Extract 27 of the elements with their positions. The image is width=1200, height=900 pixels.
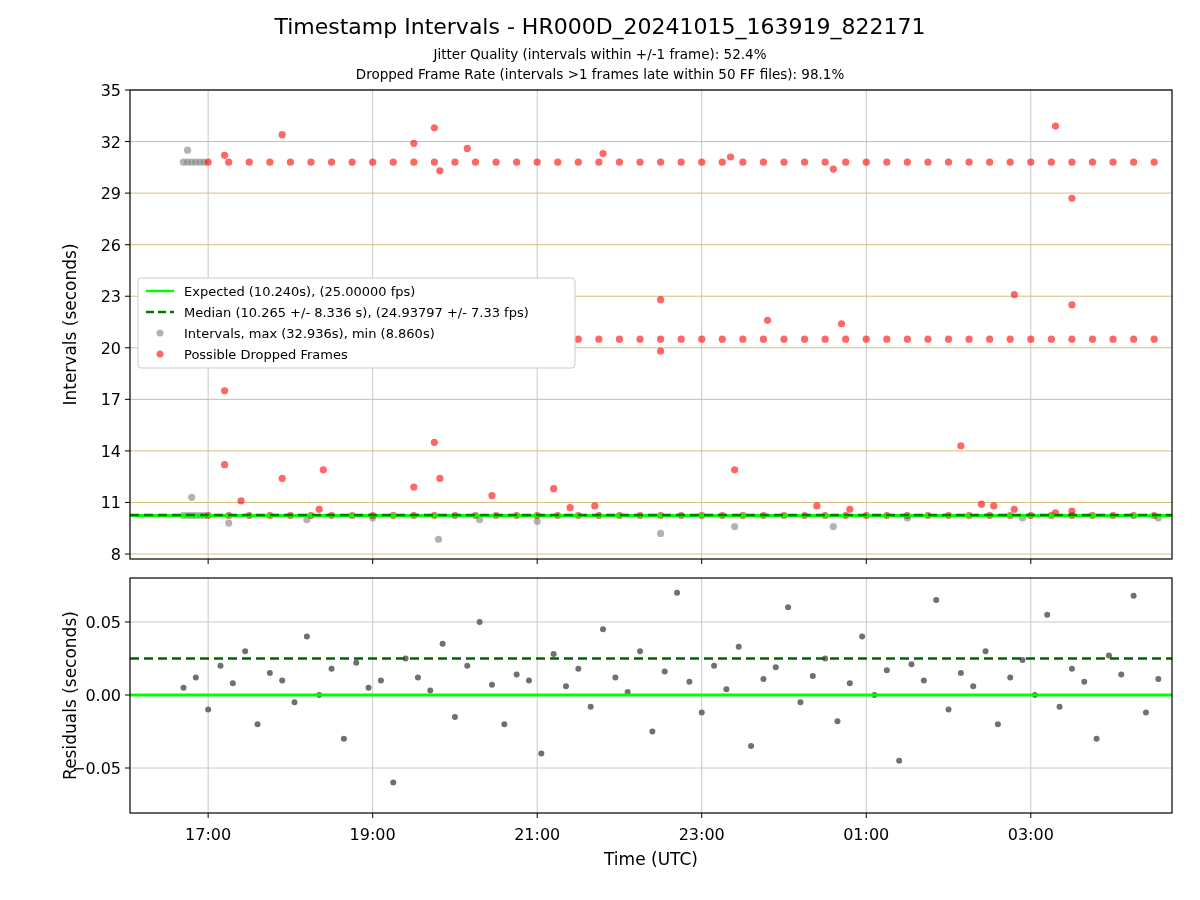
axis-label: Intervals (seconds)	[60, 243, 80, 406]
legend-label: Expected (10.240s), (25.00000 fps)	[184, 283, 416, 299]
tick-label: 20	[100, 338, 121, 358]
tick-label: 23:00	[678, 825, 725, 844]
chart-title: Timestamp Intervals - HR000D_20241015_163919_822171	[274, 14, 926, 40]
tick-label: 0.00	[85, 686, 121, 705]
tick-label: 03:00	[1007, 825, 1054, 844]
legend-label: Possible Dropped Frames	[184, 346, 348, 362]
legend-label: Median (10.265 +/- 8.336 s), (24.93797 +/- 7.33 fps)	[184, 304, 529, 320]
chart-subtitle: Jitter Quality (intervals within +/-1 frame): 52.4%	[433, 45, 767, 64]
tick-label: 17	[100, 390, 121, 410]
tick-label: 11	[100, 493, 121, 513]
tick-label: 21:00	[514, 825, 561, 844]
tick-label: 17:00	[185, 825, 232, 844]
tick-label: 23	[100, 287, 121, 307]
axis-label: Time (UTC)	[604, 849, 698, 868]
tick-label: 14	[100, 441, 121, 461]
tick-label: 26	[100, 235, 121, 255]
tick-label: 8	[110, 545, 121, 564]
tick-label: 29	[100, 184, 121, 204]
tick-label: 01:00	[843, 825, 890, 844]
tick-label: 32	[100, 132, 121, 152]
legend-label: Intervals, max (32.936s), min (8.860s)	[184, 325, 435, 341]
tick-label: 0.05	[85, 612, 121, 632]
tick-label: 19:00	[349, 825, 396, 844]
tick-label: 35	[100, 81, 121, 100]
chart-subtitle: Dropped Frame Rate (intervals >1 frames late within 50 FF files): 98.1%	[355, 65, 845, 84]
